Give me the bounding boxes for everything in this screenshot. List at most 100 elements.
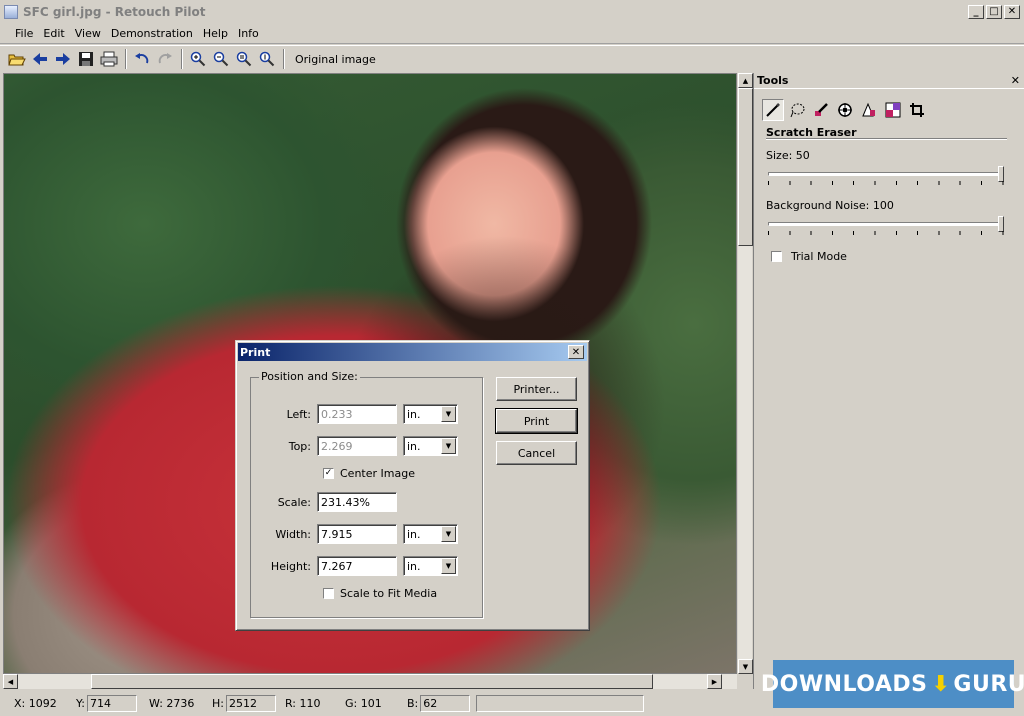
width-input[interactable]: 7.915 [317,524,397,544]
maximize-button[interactable]: □ [986,5,1002,19]
vertical-scroll-thumb[interactable] [738,88,753,246]
scroll-left-button[interactable]: ◀ [3,674,18,689]
tools-panel-close-icon[interactable]: ✕ [1011,74,1020,87]
zoom-out-button[interactable] [210,48,232,70]
print-dialog-title-bar: Print ✕ [238,343,587,361]
zoom-actual-button[interactable] [256,48,278,70]
status-y: Y: 714 [76,694,137,712]
print-button[interactable]: Print [495,408,578,434]
status-progress [476,694,644,712]
height-unit-select[interactable]: in. ▼ [403,556,458,576]
center-image-checkbox[interactable]: ✓ [323,468,334,479]
open-button[interactable] [6,48,28,70]
menu-file[interactable]: File [10,27,38,40]
forward-icon [56,53,70,65]
back-button[interactable] [29,48,51,70]
close-icon: ✕ [571,346,581,358]
zoom-in-icon [190,51,206,67]
height-row: Height: 7.267 in. ▼ [251,556,458,576]
undo-button[interactable] [131,48,153,70]
width-unit-select[interactable]: in. ▼ [403,524,458,544]
menu-view[interactable]: View [70,27,106,40]
height-input[interactable]: 7.267 [317,556,397,576]
menu-bar: File Edit View Demonstration Help Info [0,24,1024,44]
tool-color[interactable] [858,99,880,121]
scale-to-fit-checkbox[interactable] [323,588,334,599]
top-label: Top: [288,439,311,453]
cancel-button[interactable]: Cancel [496,441,577,465]
redo-button[interactable] [154,48,176,70]
size-slider-ticks [768,181,1004,185]
size-slider[interactable] [768,166,1004,188]
menu-help[interactable]: Help [198,27,233,40]
print-dialog-close-button[interactable]: ✕ [568,345,584,359]
horizontal-scrollbar[interactable]: ◀ ▶ [3,674,737,689]
menu-edit[interactable]: Edit [38,27,69,40]
status-y-label: Y: [76,696,85,710]
color-icon [862,102,875,117]
save-button[interactable] [75,48,97,70]
status-x: X: 1092 [14,694,57,712]
background-noise-slider[interactable] [768,216,1004,238]
close-button[interactable]: ✕ [1004,5,1020,19]
top-input[interactable]: 2.269 [317,436,397,456]
vertical-scrollbar[interactable]: ▲ ▼ [737,73,753,674]
forward-button[interactable] [52,48,74,70]
print-dialog-title: Print [240,345,271,359]
tool-brush[interactable] [810,99,832,121]
zoom-in-button[interactable] [187,48,209,70]
position-size-group: Position and Size: Left: 0.233 in. ▼ Top:… [250,370,483,618]
menu-info[interactable]: Info [233,27,264,40]
toolbar-separator [125,49,127,69]
zoom-fit-button[interactable] [233,48,255,70]
brush-icon [815,103,828,116]
tool-stamp[interactable] [834,99,856,121]
original-image-button[interactable]: Original image [289,48,382,70]
background-noise-slider-ticks [768,231,1004,235]
scale-label: Scale: [277,495,311,509]
status-h-label: H: [212,696,224,710]
tool-replace[interactable] [882,99,904,121]
position-size-group-label: Position and Size: [259,370,360,383]
title-bar: SFC girl.jpg - Retouch Pilot _ □ ✕ [0,0,1024,24]
printer-button[interactable]: Printer... [496,377,577,401]
lasso-icon [790,103,805,118]
close-icon: ✕ [1007,6,1017,17]
scale-input[interactable]: 231.43% [317,492,397,512]
size-label: Size: 50 [766,149,810,162]
print-button[interactable] [98,48,120,70]
tool-scratch-eraser[interactable] [762,99,784,121]
window-title: SFC girl.jpg - Retouch Pilot [23,5,206,19]
menu-demonstration[interactable]: Demonstration [106,27,198,40]
scroll-up-button[interactable]: ▲ [738,73,753,88]
toolbar: Original image [0,45,1024,72]
tools-panel-title: Tools [757,74,789,87]
chevron-down-icon: ▼ [441,438,456,454]
left-unit-select[interactable]: in. ▼ [403,404,458,424]
status-w: W: 2736 [149,694,194,712]
trial-mode-row[interactable]: Trial Mode [771,250,847,263]
status-y-value: 714 [86,694,137,712]
tool-lasso[interactable] [786,99,808,121]
arrow-up-icon: ▲ [742,76,749,85]
trial-mode-checkbox[interactable] [771,251,782,262]
status-h: H: 2512 [212,694,276,712]
minimize-button[interactable]: _ [968,5,984,19]
scroll-right-button[interactable]: ▶ [707,674,722,689]
left-input[interactable]: 0.233 [317,404,397,424]
scroll-down-button[interactable]: ▼ [738,659,753,674]
center-image-row[interactable]: ✓ Center Image [323,467,415,480]
background-noise-slider-knob[interactable] [998,216,1004,232]
watermark-right: GURU [953,671,1024,697]
size-slider-knob[interactable] [998,166,1004,182]
top-unit-select[interactable]: in. ▼ [403,436,458,456]
watermark-left: DOWNLOADS [760,671,928,697]
print-dialog: Print ✕ Position and Size: Left: 0.233 i… [235,340,590,631]
tool-crop[interactable] [906,99,928,121]
scale-to-fit-row[interactable]: Scale to Fit Media [323,587,437,600]
status-b-label: B: [407,696,419,710]
zoom-actual-icon [259,51,275,67]
undo-icon [135,53,149,64]
horizontal-scroll-thumb[interactable] [91,674,653,689]
chevron-down-icon: ▼ [441,558,456,574]
